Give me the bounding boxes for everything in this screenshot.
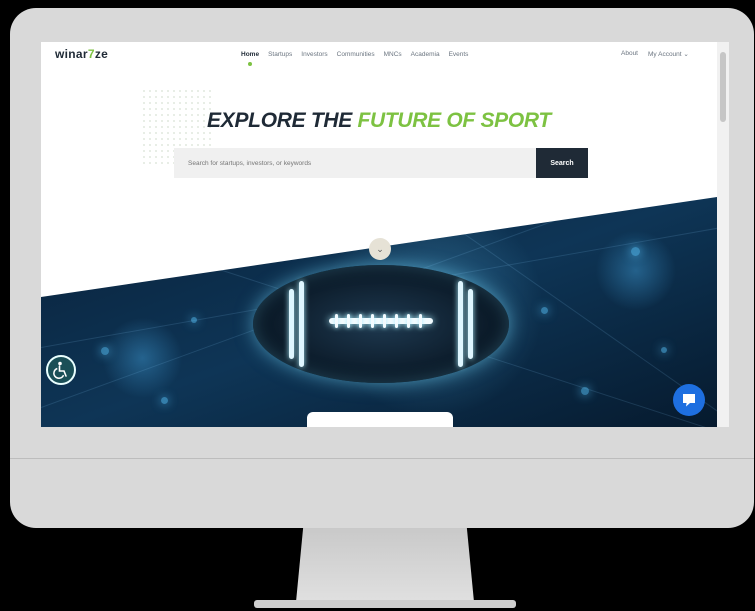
ball-lace [371, 314, 374, 328]
nav-item-home[interactable]: Home [241, 51, 259, 66]
hero-title-part1: EXPLORE THE [207, 109, 358, 132]
search-bar [174, 148, 536, 178]
banner-light-dot [661, 347, 667, 353]
monitor-chin-divider [10, 458, 754, 459]
account-menu: About My Account ⌄ [621, 50, 689, 58]
search-input[interactable] [174, 148, 536, 178]
banner-light-dot [581, 387, 589, 395]
football-image [253, 265, 509, 383]
nav-item-startups[interactable]: Startups [268, 51, 292, 58]
browser-viewport: winar7ze Home Startups Investors Communi… [41, 42, 729, 427]
banner-light-dot [191, 317, 197, 323]
ball-lace [347, 314, 350, 328]
ball-lace [359, 314, 362, 328]
banner-light-dot [541, 307, 548, 314]
ball-lace [419, 314, 422, 328]
chat-icon [683, 394, 695, 407]
monitor-stand [296, 528, 474, 602]
monitor-base [254, 600, 516, 608]
logo-seven: 7 [87, 47, 95, 61]
ball-lace [383, 314, 386, 328]
logo-text-start: winar [55, 47, 88, 61]
banner-light-dot [101, 347, 109, 355]
page-scrollbar[interactable] [717, 42, 729, 427]
ball-lace [407, 314, 410, 328]
logo-text-end: ze [94, 47, 109, 61]
my-account-dropdown[interactable]: My Account ⌄ [648, 50, 689, 58]
bottom-content-tab [307, 412, 453, 427]
my-account-label: My Account [648, 51, 682, 58]
search-button[interactable]: Search [536, 148, 588, 178]
nav-item-mncs[interactable]: MNCs [384, 51, 402, 58]
ball-stripe [299, 281, 304, 367]
ball-laces [329, 314, 433, 328]
site-logo[interactable]: winar7ze [55, 47, 108, 61]
chevron-down-icon: ⌄ [683, 51, 689, 58]
accessibility-button[interactable] [46, 355, 76, 385]
nav-item-investors[interactable]: Investors [301, 51, 327, 58]
chevron-down-icon: ⌄ [376, 244, 384, 254]
main-menu: Home Startups Investors Communities MNCs… [241, 51, 469, 66]
scroll-down-button[interactable]: ⌄ [369, 238, 391, 260]
hero-banner-image [41, 197, 717, 427]
scrollbar-thumb[interactable] [720, 52, 726, 122]
nav-item-events[interactable]: Events [449, 51, 469, 58]
ball-stripe [458, 281, 463, 367]
ball-stripe [468, 289, 473, 359]
chat-button[interactable] [673, 384, 705, 416]
ball-lace [335, 314, 338, 328]
banner-light-dot [161, 397, 168, 404]
hero-title: EXPLORE THE FUTURE OF SPORT [41, 109, 717, 133]
top-navigation: winar7ze Home Startups Investors Communi… [41, 42, 717, 68]
ball-lace [395, 314, 398, 328]
hero-title-part2: FUTURE OF SPORT [357, 109, 551, 132]
nav-item-about[interactable]: About [621, 50, 638, 58]
ball-stripe [289, 289, 294, 359]
nav-item-academia[interactable]: Academia [411, 51, 440, 58]
accessibility-icon [53, 361, 67, 379]
nav-item-communities[interactable]: Communities [337, 51, 375, 58]
banner-light-dot [631, 247, 640, 256]
